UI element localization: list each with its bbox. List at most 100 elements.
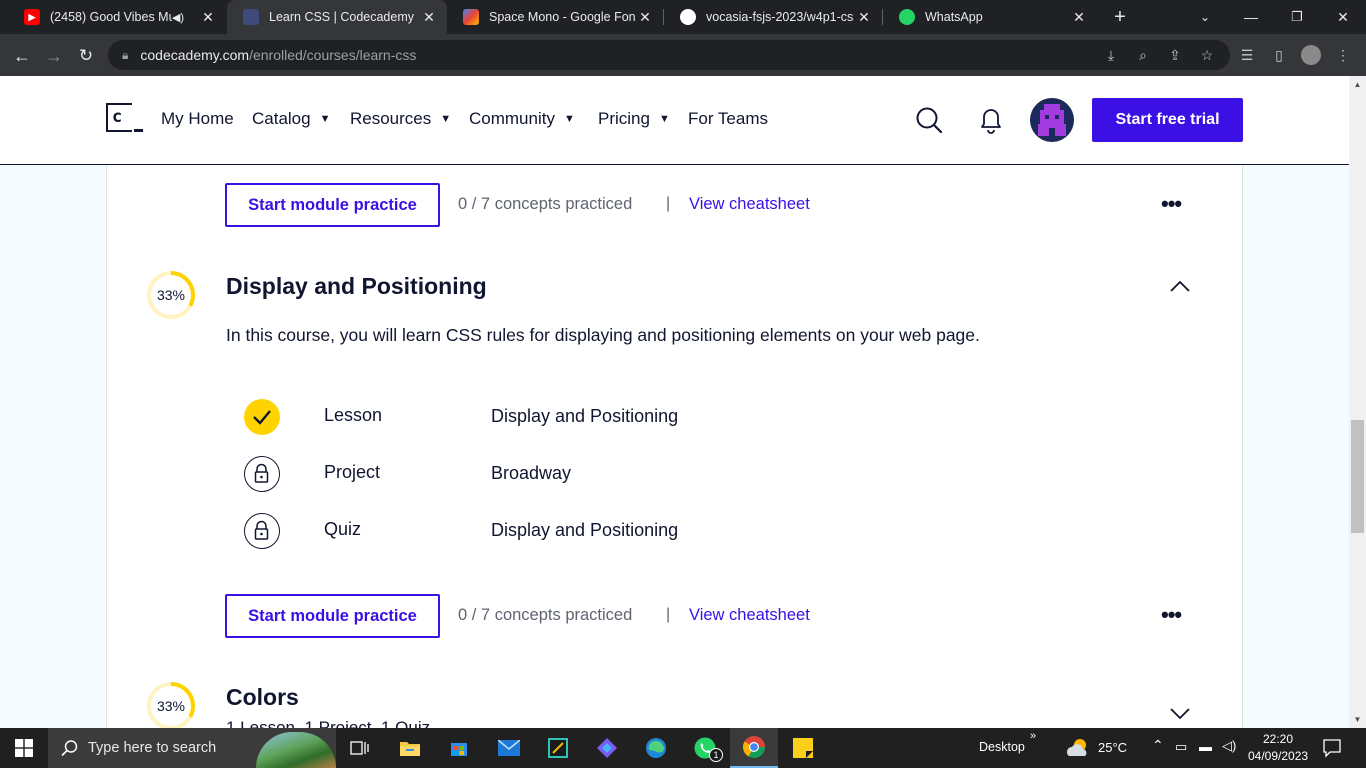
page-scrollbar[interactable] [1349, 76, 1366, 728]
sticky-notes-icon[interactable] [779, 728, 827, 768]
bell-icon[interactable] [978, 106, 1004, 134]
zoom-icon[interactable]: ⌕ [1133, 45, 1153, 65]
more-options-icon[interactable]: ••• [1161, 602, 1182, 628]
lock-icon [244, 513, 280, 549]
nav-label: Resources [350, 109, 432, 128]
new-tab-icon[interactable]: + [1097, 0, 1143, 34]
site-header: c My Home Catalog ▼ Resources ▼ Community ▼… [0, 76, 1349, 165]
reading-list-icon[interactable]: ☰ [1237, 45, 1257, 65]
start-free-trial-button[interactable]: Start free trial [1092, 98, 1243, 142]
weather-cloud-icon[interactable] [1065, 736, 1091, 760]
restore-icon[interactable]: ❐ [1274, 0, 1320, 34]
checkmark-icon [244, 399, 280, 435]
speaker-icon[interactable]: ◀) [172, 11, 184, 24]
tab-github[interactable]: vocasia-fsjs-2023/w4p1-css_ ✕ [664, 0, 882, 34]
battery-icon[interactable]: ▬ [1199, 739, 1212, 754]
snip-tool-icon[interactable] [534, 728, 582, 768]
item-name-link[interactable]: Display and Positioning [491, 406, 678, 427]
nav-label: My Home [161, 109, 234, 128]
chrome-icon[interactable] [730, 728, 778, 768]
minimize-icon[interactable]: — [1228, 0, 1274, 34]
profile-avatar-icon[interactable] [1301, 45, 1321, 65]
github-icon [680, 9, 696, 25]
codecademy-logo[interactable]: c [106, 103, 143, 132]
taskbar-search-input[interactable]: Type here to search [48, 728, 336, 768]
clock-date[interactable]: 04/09/2023 [1248, 749, 1308, 763]
scroll-up-icon[interactable]: ▲ [1349, 76, 1366, 93]
share-icon[interactable]: ⇪ [1165, 45, 1185, 65]
reload-icon[interactable]: ↻ [72, 42, 100, 70]
clock-time[interactable]: 22:20 [1263, 732, 1293, 746]
nav-community[interactable]: Community ▼ [469, 109, 575, 129]
nav-my-home[interactable]: My Home [161, 109, 234, 129]
scroll-down-icon[interactable]: ▼ [1349, 711, 1366, 728]
nav-catalog[interactable]: Catalog ▼ [252, 109, 331, 129]
close-tab-icon[interactable]: ✕ [854, 9, 874, 26]
weather-temperature[interactable]: 25°C [1098, 740, 1127, 755]
address-bar[interactable]: 🔒︎ codecademy.com/enrolled/courses/learn… [108, 40, 1230, 70]
chevron-up-icon[interactable] [1169, 279, 1191, 293]
tab-google-fonts[interactable]: Space Mono - Google Fonts ✕ [447, 0, 663, 34]
forward-icon[interactable]: → [40, 42, 68, 70]
lock-icon[interactable]: 🔒︎ [122, 48, 128, 63]
file-explorer-icon[interactable] [386, 728, 434, 768]
concepts-practiced: 0 / 7 concepts practiced [458, 606, 633, 624]
close-window-icon[interactable]: ✕ [1320, 0, 1366, 34]
close-tab-icon[interactable]: ✕ [635, 9, 655, 26]
view-cheatsheet-link[interactable]: View cheatsheet [689, 606, 810, 625]
whatsapp-taskbar-icon[interactable]: 1 [681, 728, 729, 768]
tab-title: Learn CSS | Codecademy [269, 10, 414, 24]
browser-toolbar: ← → ↻ 🔒︎ codecademy.com/enrolled/courses… [0, 34, 1366, 76]
nav-pricing[interactable]: Pricing ▼ [598, 109, 670, 129]
windows-start-icon[interactable] [0, 728, 48, 768]
search-icon[interactable] [915, 106, 943, 134]
chevron-up-icon[interactable]: ⌃ [1152, 737, 1164, 754]
meet-now-icon[interactable]: ▭ [1175, 739, 1187, 755]
chevron-down-icon[interactable] [1169, 707, 1191, 721]
scrollbar-thumb[interactable] [1351, 420, 1364, 533]
avatar[interactable] [1030, 98, 1074, 142]
more-options-icon[interactable]: ••• [1161, 191, 1182, 217]
module-title[interactable]: Display and Positioning [226, 273, 487, 300]
microsoft-store-icon[interactable] [435, 728, 483, 768]
notification-center-icon[interactable] [1322, 738, 1342, 763]
browser-tab-strip: ▶ (2458) Good Vibes Music ◀) ✕ Learn CSS… [0, 0, 1366, 34]
copilot-icon[interactable] [583, 728, 631, 768]
toolbar-expand-icon[interactable]: » [1030, 730, 1036, 742]
mail-icon[interactable] [485, 728, 533, 768]
view-cheatsheet-link[interactable]: View cheatsheet [689, 195, 810, 214]
tab-whatsapp[interactable]: WhatsApp ✕ [883, 0, 1097, 34]
item-type: Quiz [324, 519, 362, 539]
item-name-link[interactable]: Display and Positioning [491, 520, 678, 541]
tab-youtube[interactable]: ▶ (2458) Good Vibes Music ◀) ✕ [8, 0, 226, 34]
close-tab-icon[interactable]: ✕ [1069, 9, 1089, 26]
nav-label: Community [469, 109, 555, 128]
menu-kebab-icon[interactable]: ⋮ [1333, 45, 1353, 65]
install-app-icon[interactable]: ⤓ [1101, 45, 1121, 65]
close-tab-icon[interactable]: ✕ [419, 9, 439, 26]
tab-codecademy[interactable]: Learn CSS | Codecademy ✕ [227, 0, 447, 34]
task-view-icon[interactable] [336, 728, 384, 768]
tab-search-icon[interactable]: ⌄ [1182, 0, 1228, 34]
back-icon[interactable]: ← [8, 42, 36, 70]
divider: | [666, 606, 671, 623]
item-name-link[interactable]: Broadway [491, 463, 571, 484]
nav-for-teams[interactable]: For Teams [688, 109, 768, 129]
module-title[interactable]: Colors [226, 684, 299, 711]
start-module-practice-button[interactable]: Start module practice [225, 183, 440, 227]
codecademy-icon [243, 9, 259, 25]
tab-title: Space Mono - Google Fonts [489, 10, 635, 24]
nav-label: Pricing [598, 109, 650, 128]
edge-browser-icon[interactable] [632, 728, 680, 768]
close-tab-icon[interactable]: ✕ [198, 9, 218, 26]
side-panel-icon[interactable]: ▯ [1269, 45, 1289, 65]
search-highlight-image [256, 732, 336, 768]
nav-resources[interactable]: Resources ▼ [350, 109, 451, 129]
module-summary: 1 Lesson, 1 Project, 1 Quiz [226, 718, 431, 728]
lock-icon [244, 456, 280, 492]
volume-icon[interactable]: ◁) [1222, 738, 1236, 754]
start-module-practice-button[interactable]: Start module practice [225, 594, 440, 638]
bookmark-star-icon[interactable]: ☆ [1197, 45, 1217, 65]
desktop-toolbar-label[interactable]: Desktop [979, 740, 1025, 754]
caret-down-icon: ▼ [563, 113, 575, 125]
